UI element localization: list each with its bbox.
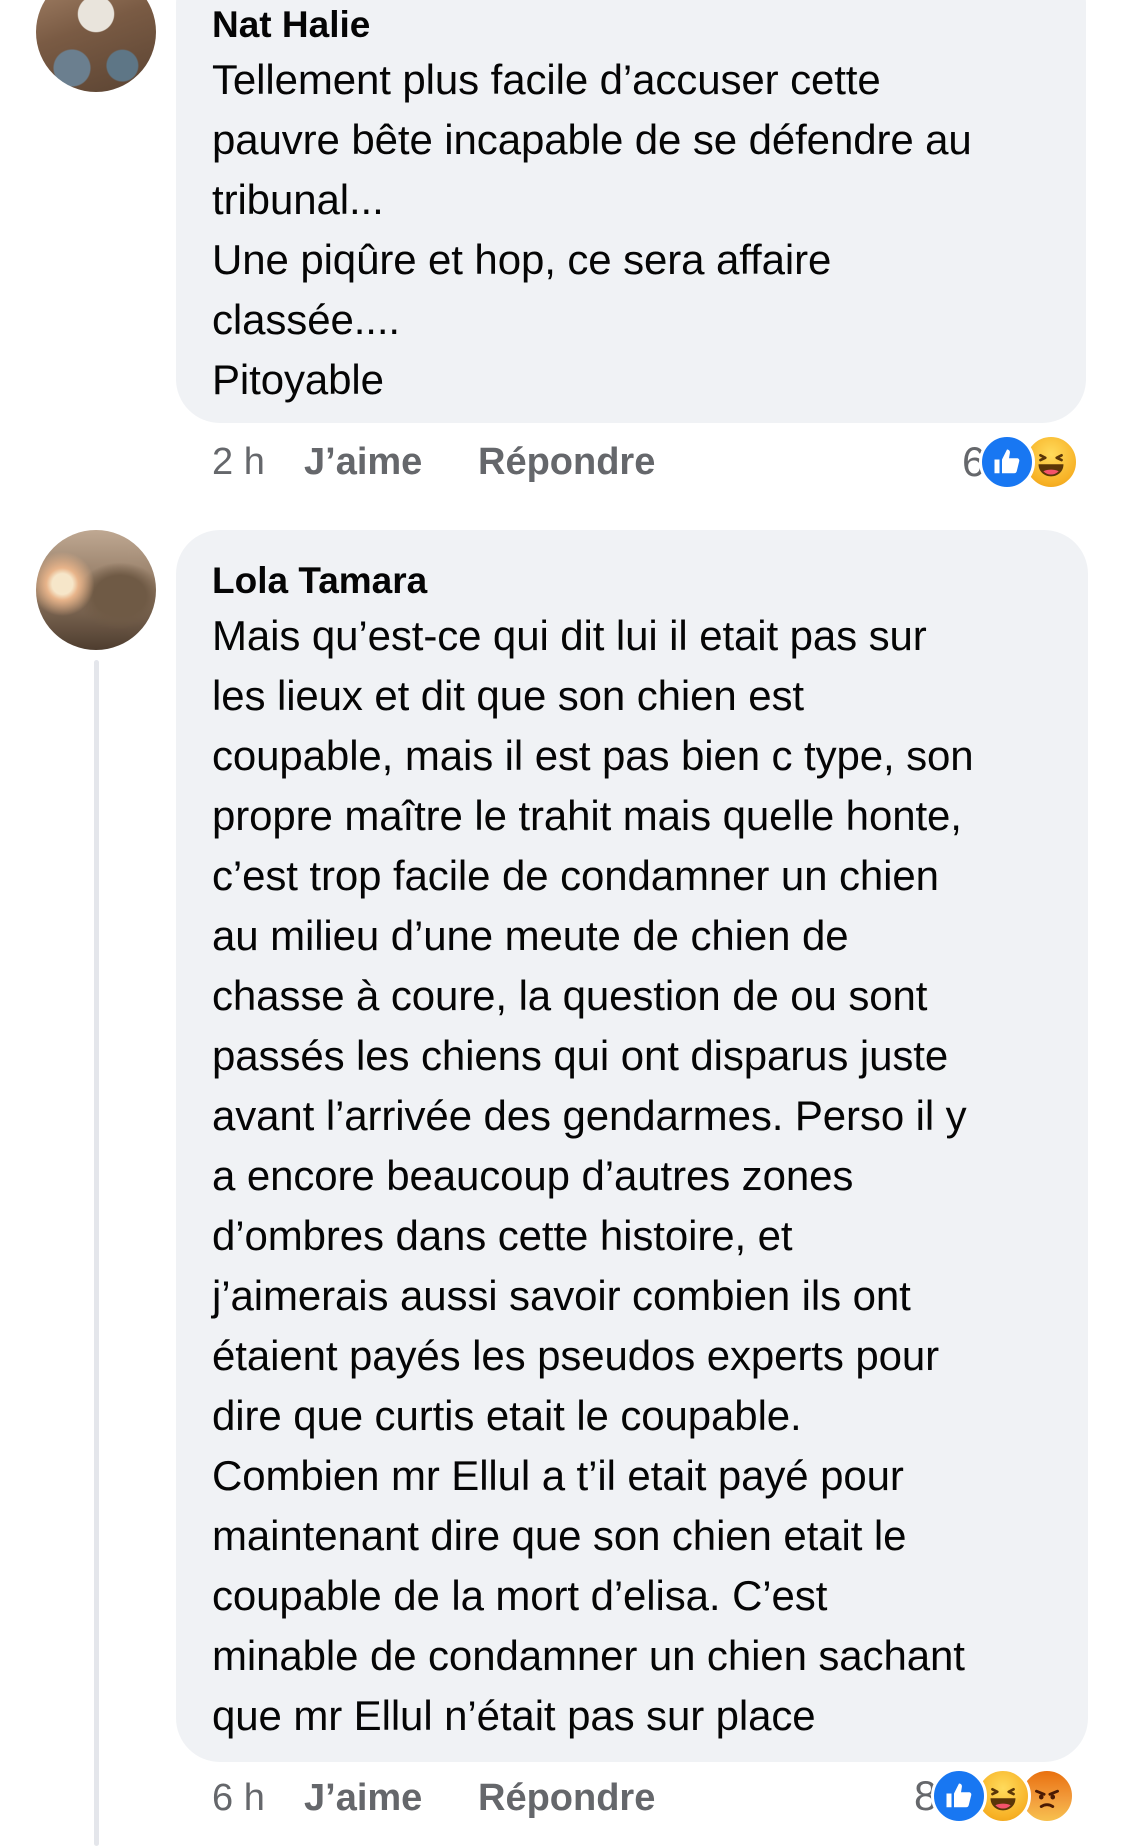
comment-timestamp[interactable]: 6 h [212, 1777, 304, 1820]
reply-button[interactable]: Répondre [478, 441, 655, 484]
comment-actions: 2 h J’aime Répondre [212, 432, 655, 492]
reply-button[interactable]: Répondre [478, 1777, 655, 1820]
like-button[interactable]: J’aime [304, 1777, 478, 1820]
comment-text: Mais qu’est-ce qui dit lui il etait pas … [212, 612, 974, 1739]
avatar[interactable] [36, 530, 156, 650]
comment-actions: 6 h J’aime Répondre [212, 1768, 655, 1828]
like-button[interactable]: J’aime [304, 441, 478, 484]
reaction-summary[interactable]: 6 [962, 432, 1080, 492]
like-icon [979, 434, 1036, 490]
like-icon [931, 1768, 988, 1824]
comment-author[interactable]: Lola Tamara [212, 556, 1064, 606]
comment-timestamp[interactable]: 2 h [212, 441, 304, 484]
thread-line [94, 660, 99, 1846]
comment-bubble: Nat Halie Tellement plus facile d’accuse… [176, 0, 1086, 423]
reaction-summary[interactable]: 8 [914, 1766, 1076, 1826]
comment-author[interactable]: Nat Halie [212, 0, 1062, 50]
avatar[interactable] [36, 0, 156, 92]
comment-text: Tellement plus facile d’accuser cette pa… [212, 56, 972, 403]
comment-bubble: Lola Tamara Mais qu’est-ce qui dit lui i… [176, 530, 1088, 1762]
